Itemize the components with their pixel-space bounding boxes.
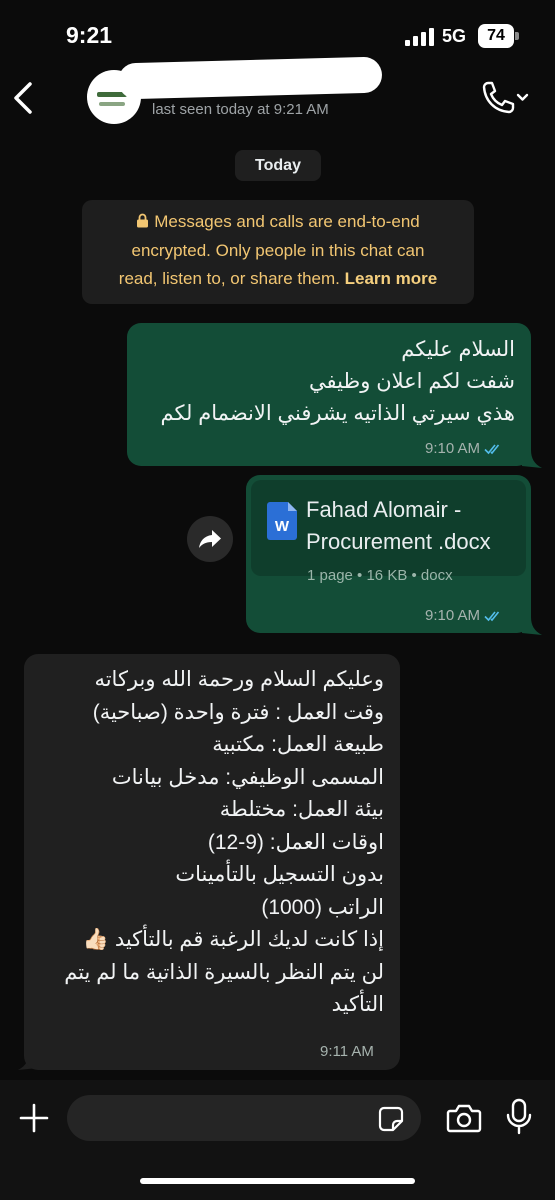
- lock-icon: [137, 213, 149, 228]
- message-line: المسمى الوظيفي: مدخل بيانات: [111, 765, 384, 789]
- message-line: الراتب (1000): [261, 895, 384, 919]
- composer-bar: [0, 1080, 555, 1200]
- message-line: السلام عليكم: [401, 338, 515, 361]
- home-indicator: [140, 1178, 415, 1184]
- message-text: السلام عليكم شفت لكم اعلان وظيفي هذي سير…: [135, 334, 515, 430]
- incoming-message[interactable]: وعليكم السلام ورحمة الله وبركاته وقت الع…: [24, 654, 400, 1070]
- status-time: 9:21: [66, 22, 113, 48]
- document-card[interactable]: W Fahad Alomair - Procurement .docx 1 pa…: [251, 480, 526, 584]
- message-time: 9:10 AM: [425, 440, 481, 457]
- message-text: وعليكم السلام ورحمة الله وبركاته وقت الع…: [34, 664, 384, 1022]
- document-name: Fahad Alomair - Procurement .docx: [306, 494, 521, 558]
- last-seen-status: last seen today at 9:21 AM: [152, 101, 329, 118]
- encryption-line-1: Messages and calls are end-to-end: [154, 212, 420, 231]
- word-icon-letter: W: [275, 518, 290, 535]
- contact-name-redaction[interactable]: [117, 56, 383, 100]
- plus-icon[interactable]: [18, 1102, 50, 1134]
- double-check-icon: [484, 444, 500, 455]
- sticker-icon[interactable]: [378, 1106, 404, 1132]
- encryption-line-2: encrypted. Only people in this chat can: [131, 240, 425, 260]
- message-time: 9:10 AM: [425, 607, 481, 624]
- battery-level: 74: [478, 24, 514, 48]
- message-line: هذي سيرتي الذاتيه يشرفني الانضمام لكم: [160, 402, 515, 425]
- chevron-down-icon: [516, 93, 529, 101]
- message-line: وعليكم السلام ورحمة الله وبركاته: [94, 668, 384, 691]
- message-line: طبيعة العمل: مكتبية: [212, 733, 384, 756]
- message-meta: 9:10 AM: [425, 607, 504, 624]
- message-line: بدون التسجيل بالتأمينات: [175, 863, 384, 886]
- learn-more-link[interactable]: Learn more: [345, 269, 438, 288]
- message-line: لن يتم النظر بالسيرة الذاتية ما لم يتم: [64, 960, 384, 984]
- signal-icon: [405, 28, 434, 46]
- message-line: بيئة العمل: مختلطة: [219, 798, 384, 821]
- chat-header: last seen today at 9:21 AM: [0, 56, 555, 138]
- document-info: 1 page • 16 KB • docx: [307, 567, 453, 584]
- back-chevron-icon[interactable]: [6, 76, 40, 120]
- bubble-tail: [522, 617, 542, 635]
- encryption-line-3: read, listen to, or share them.: [118, 269, 340, 288]
- message-line: اوقات العمل: (9-12): [207, 830, 384, 854]
- message-line: شفت لكم اعلان وظيفي: [309, 370, 515, 393]
- camera-icon[interactable]: [446, 1102, 482, 1134]
- double-check-icon: [484, 611, 500, 622]
- microphone-icon[interactable]: [506, 1098, 532, 1136]
- encryption-notice[interactable]: Messages and calls are end-to-end encryp…: [82, 200, 474, 304]
- forward-button[interactable]: [187, 516, 233, 562]
- word-doc-icon: W: [267, 502, 297, 540]
- outgoing-document-message[interactable]: W Fahad Alomair - Procurement .docx 1 pa…: [246, 475, 531, 633]
- message-line: إذا كانت لديك الرغبة قم بالتأكيد 👍🏻: [82, 928, 384, 951]
- forward-icon: [199, 530, 221, 548]
- phone-icon[interactable]: [478, 78, 530, 118]
- message-time: 9:11 AM: [320, 1043, 374, 1060]
- battery-icon: 74: [478, 24, 520, 48]
- outgoing-message[interactable]: السلام عليكم شفت لكم اعلان وظيفي هذي سير…: [127, 323, 531, 466]
- message-line: وقت العمل : فترة واحدة (صباحية): [92, 700, 384, 724]
- date-chip: Today: [235, 150, 321, 181]
- message-meta: 9:10 AM: [425, 440, 504, 457]
- message-line: التأكيد: [331, 993, 384, 1016]
- document-name-line: Fahad Alomair -: [306, 497, 462, 522]
- network-label: 5G: [442, 26, 467, 46]
- message-input[interactable]: [67, 1095, 421, 1141]
- bubble-tail: [522, 450, 542, 468]
- document-name-line: Procurement .docx: [306, 529, 491, 554]
